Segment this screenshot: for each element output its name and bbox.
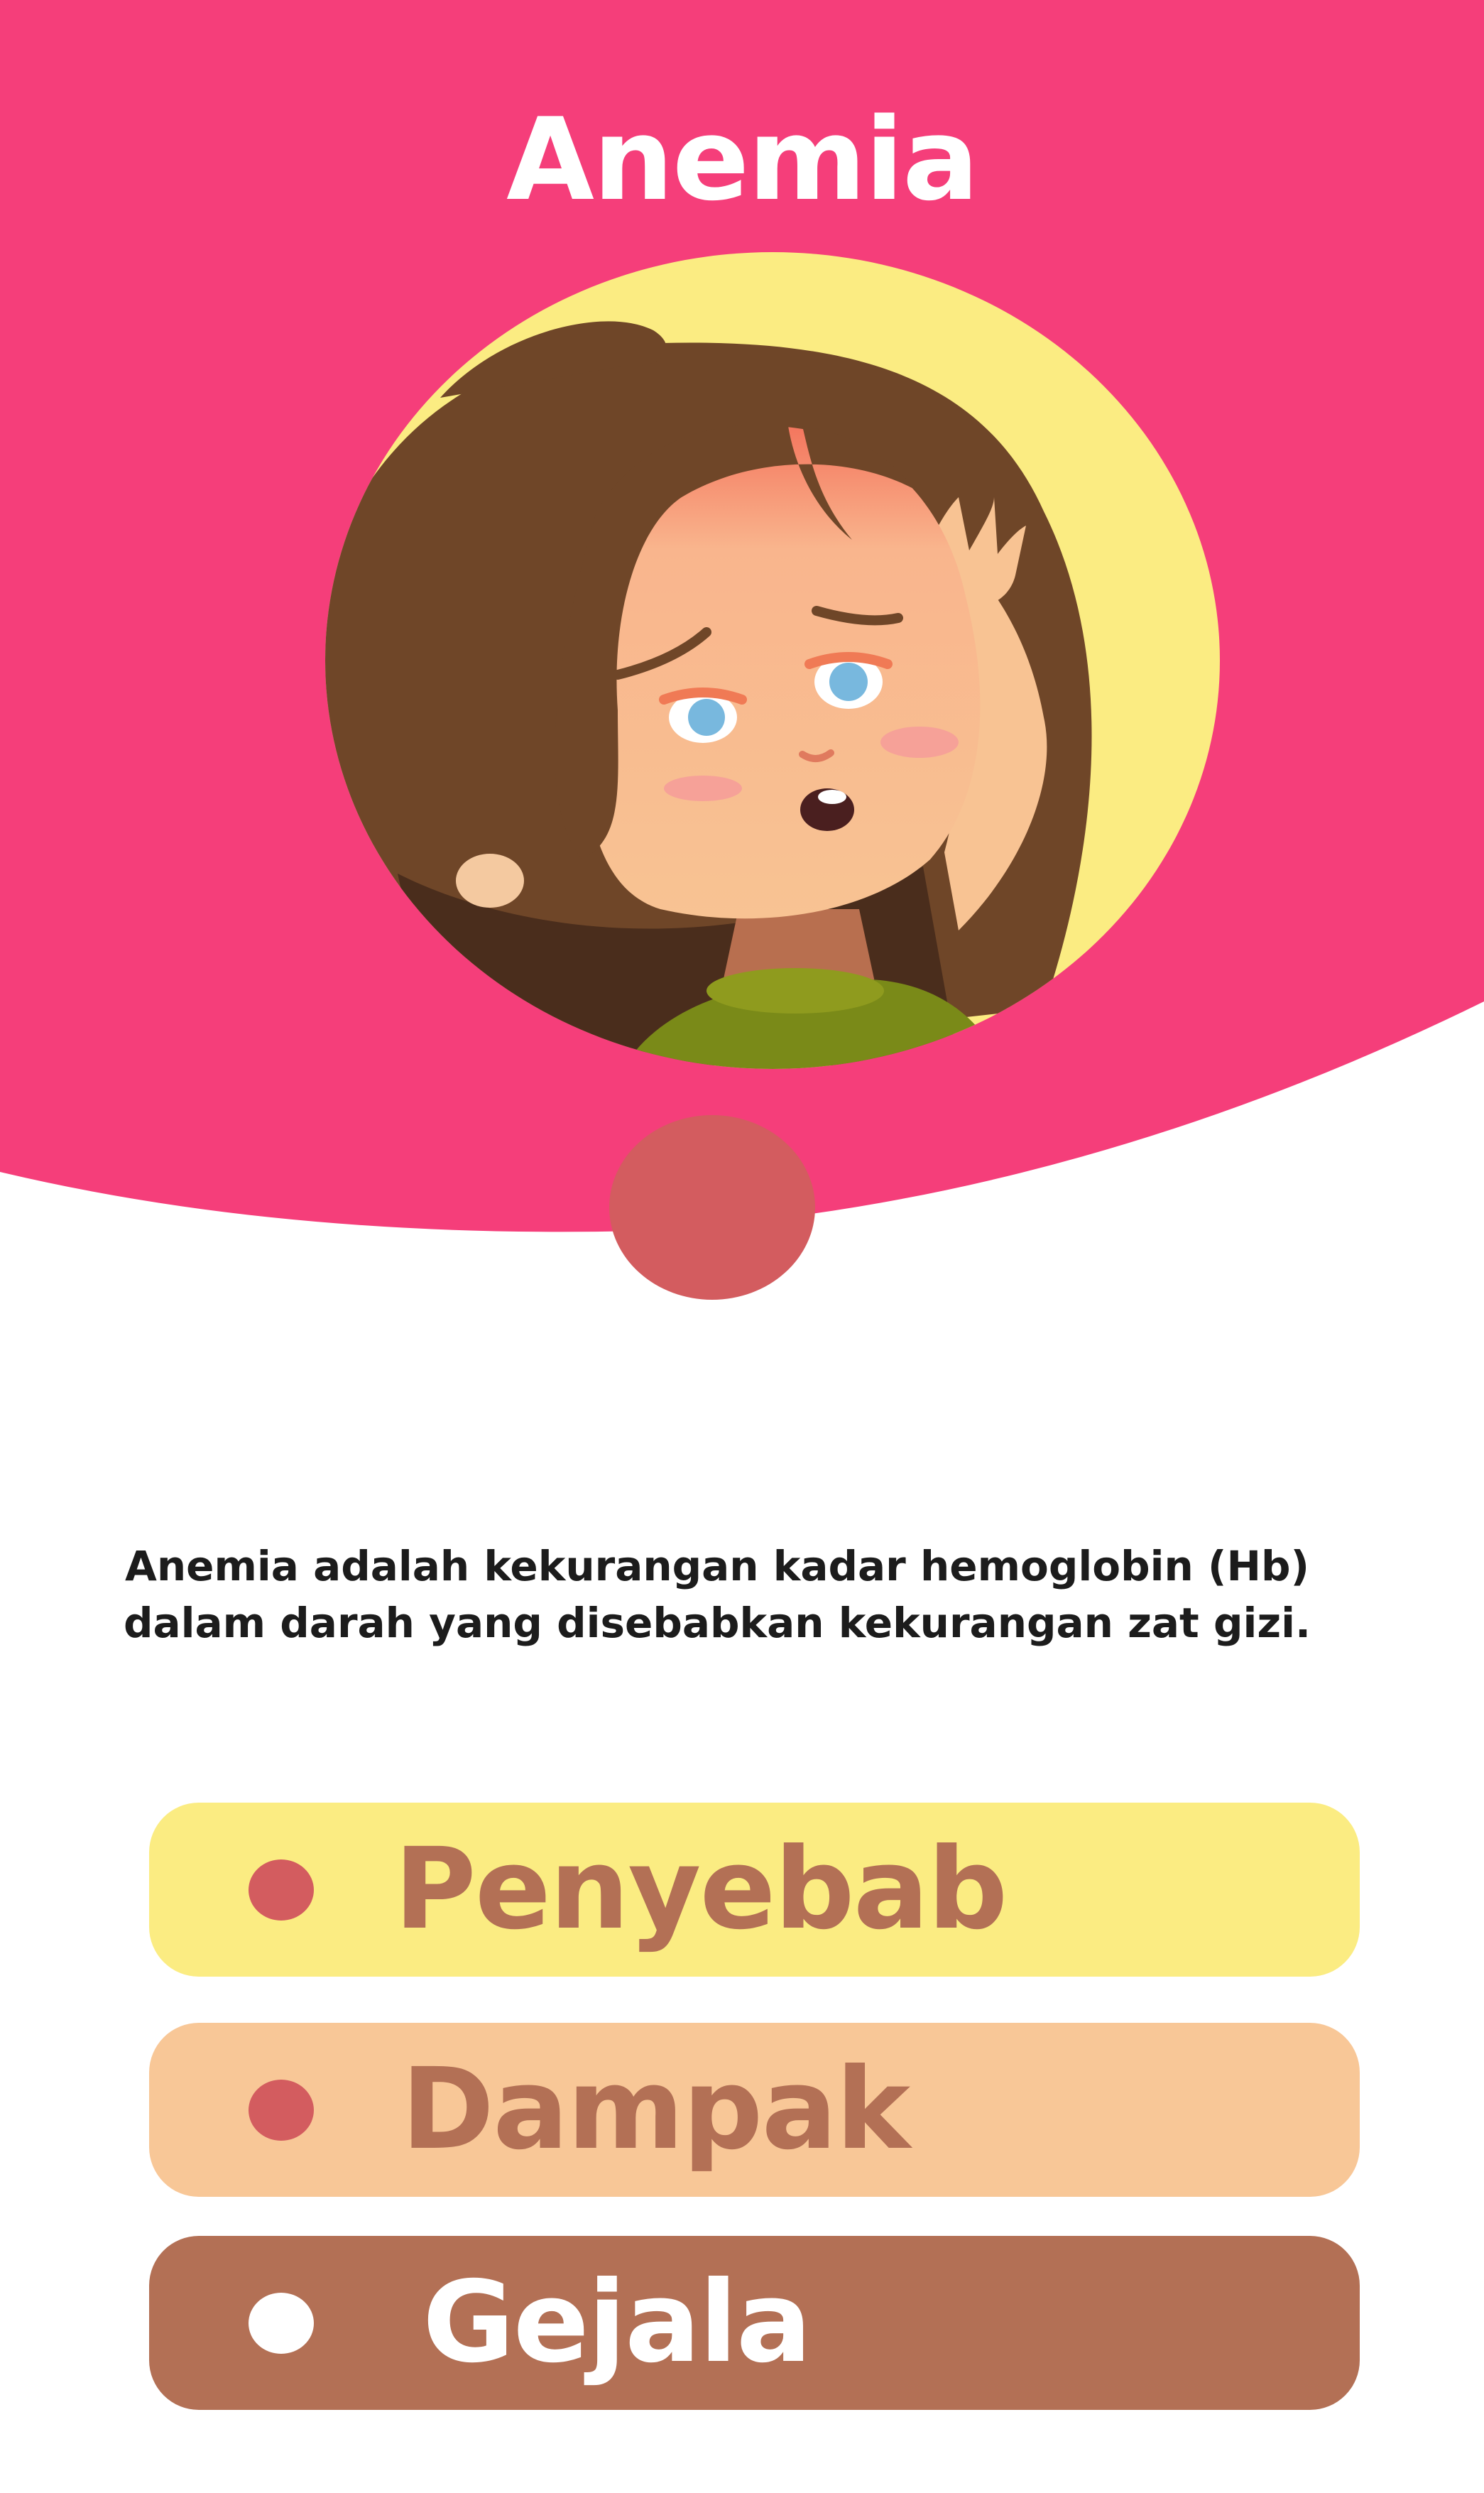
gejala-button[interactable]: Gejala [149, 2236, 1360, 2410]
dampak-button[interactable]: Dampak [149, 2023, 1360, 2197]
page-title: Anemia [506, 93, 979, 226]
penyebab-button[interactable]: Penyebab [149, 1803, 1360, 1977]
anemia-description: Anemia adalah kekurangan kadar hemoglobi… [123, 1542, 1311, 1647]
bullet-icon [249, 2293, 314, 2354]
penyebab-label: Penyebab [394, 1824, 1008, 1955]
decorative-dot [609, 1115, 815, 1300]
gejala-label: Gejala [422, 2257, 812, 2388]
bullet-icon [249, 2080, 314, 2141]
dampak-label: Dampak [401, 2044, 910, 2175]
bullet-icon [249, 1859, 314, 1921]
